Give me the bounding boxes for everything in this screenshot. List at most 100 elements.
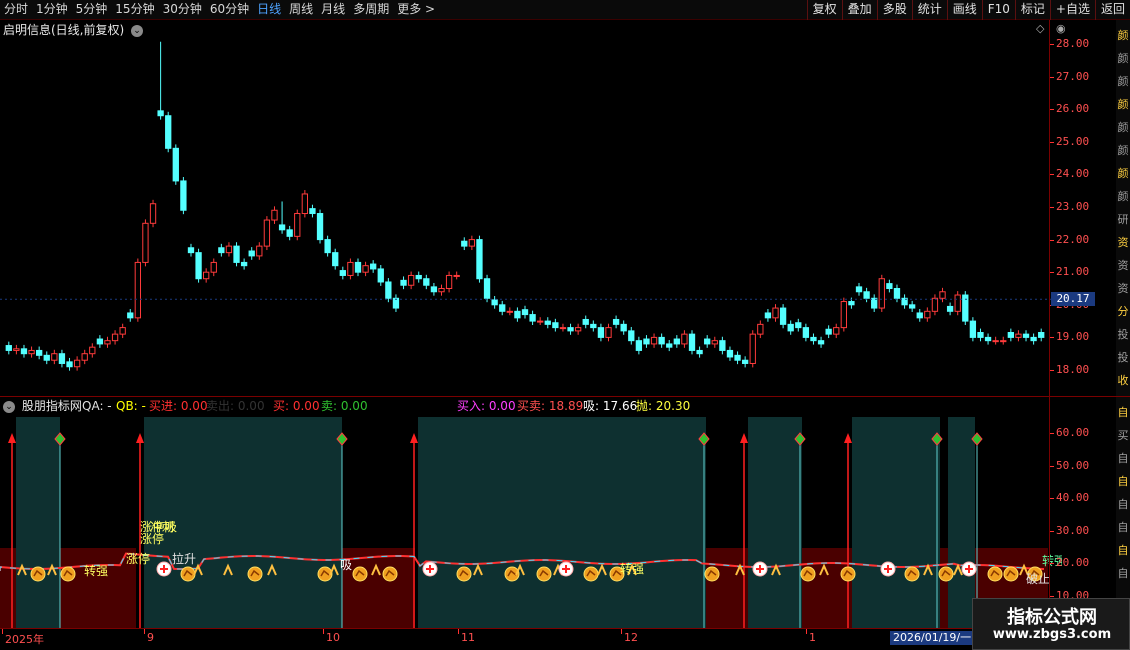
signal-dot [456,566,472,582]
candle-down [848,301,855,306]
candle-up [263,219,271,247]
date-label: 10 [326,631,340,644]
indicator-chart[interactable]: 转强涨停涨停涨停 拉升吸转强冲刺吸转强破止 [0,413,1062,629]
candle-down [696,349,703,355]
candle-down [476,239,483,280]
period-tab[interactable]: 周线 [285,0,317,20]
candle-up [362,265,369,273]
indicator-tick-label: 60.00 [1056,426,1090,439]
candle-up [104,340,111,345]
signal-dot [800,566,816,582]
toolbar-button[interactable]: 多股 [876,0,912,20]
indicator-field: QB: - [116,399,146,413]
signal-dot [60,566,76,582]
indicator-field: QA: - [82,399,112,413]
candle-down [567,327,574,332]
buy-arrow-head [8,433,16,443]
candle-down [187,247,195,254]
toolbar-button[interactable]: 复权 [806,0,842,20]
candle-down [20,348,28,355]
period-tab[interactable]: 多周期 [349,0,393,20]
top-toolbar: 分时 1分钟 5分钟 15分钟 30分钟 60分钟 日线 周线 月线 多周期 更多 > 复权 叠加 多股… [0,0,1130,20]
price-tick-mark [1050,76,1054,78]
toolbar-button[interactable]: F10 [981,0,1015,20]
price-axis: 28.00 27.00 26.00 25.00 24.00 23.00 22.00 21.00… [1049,20,1116,396]
price-tick-mark [1050,174,1054,176]
period-tab[interactable]: 15分钟 [111,0,158,20]
period-tab[interactable]: 更多 > [393,0,439,20]
candle-down [385,281,392,299]
toolbar-button[interactable]: 标记 [1014,0,1050,20]
watermark-url: www.zbgs3.com [992,627,1112,642]
candle-up [438,288,445,293]
toolbar-button[interactable]: 叠加 [841,0,877,20]
side-info-strip-lower: 自买自自自自自自 [1116,397,1130,628]
candle-down [795,322,802,329]
toolbar-actions: 复权 叠加 多股 统计 画线 F10 标记 +自选 返回 [806,0,1130,20]
period-tab[interactable]: 月线 [317,0,349,20]
price-tick-mark [1050,239,1054,241]
period-tab[interactable]: 30分钟 [159,0,206,20]
price-tick-mark [1050,44,1054,45]
toolbar-button[interactable]: 返回 [1094,0,1130,20]
candle-down [370,263,377,270]
date-tick-mark [621,629,622,634]
candle-up [453,274,460,277]
signal-annotation: 转强 [84,563,108,578]
side-strip-char: 自 [1117,567,1129,580]
candle-up [51,353,58,361]
candle-down [908,304,916,309]
candle-down [248,250,255,257]
candle-down [430,286,438,293]
side-strip-char: 自 [1117,406,1129,419]
side-strip-char: 自 [1117,544,1129,557]
candle-down [946,305,954,312]
candle-down [233,245,240,263]
candle-up [559,327,567,330]
candle-up [134,261,142,319]
candle-down [886,283,893,289]
candle-down [719,340,726,351]
candle-up [13,348,20,351]
candle-up [681,333,688,345]
side-strip-char: 颜 [1117,75,1129,88]
candle-down [810,336,817,342]
watermark-title: 指标公式网 [1007,607,1097,628]
period-tab[interactable]: 分时 [0,0,32,20]
candlestick-chart[interactable] [0,26,1062,396]
chevron-down-icon[interactable]: ⌄ [3,400,15,413]
signal-zone [16,417,60,628]
candle-down [741,359,749,364]
toolbar-button[interactable]: +自选 [1049,0,1095,20]
period-tab[interactable]: 日线 [253,0,285,20]
toolbar-button[interactable]: 画线 [946,0,982,20]
price-tick-label: 24.00 [1056,167,1090,181]
candle-up [142,222,149,263]
period-tab[interactable]: 60分钟 [206,0,253,20]
candle-up [757,323,764,335]
side-strip-char: 收 [1117,374,1129,387]
candle-down [688,333,696,351]
indicator-field: 吸: 17.66 [583,399,638,413]
date-label: 9 [147,631,154,644]
candle-down [58,353,66,364]
side-strip-char: 资 [1117,259,1129,272]
side-strip-char: 资 [1117,236,1129,249]
signal-dot [987,566,1003,582]
candle-up [301,193,309,215]
side-strip-char: 自 [1117,475,1129,488]
signal-dot [840,566,856,582]
candle-down [96,338,104,345]
candle-down [825,328,832,335]
candle-up [256,245,263,257]
indicator-tick-label: 50.00 [1056,458,1090,472]
candle-up [294,213,301,237]
period-tab[interactable]: 5分钟 [72,0,112,20]
toolbar-button[interactable]: 统计 [911,0,947,20]
candle-up [111,333,119,342]
period-tab[interactable]: 1分钟 [32,0,72,20]
price-tick-label: 22.00 [1056,232,1090,246]
side-strip-char: 买 [1117,429,1129,442]
candle-down [787,323,794,332]
price-tick-label: 25.00 [1056,134,1090,148]
